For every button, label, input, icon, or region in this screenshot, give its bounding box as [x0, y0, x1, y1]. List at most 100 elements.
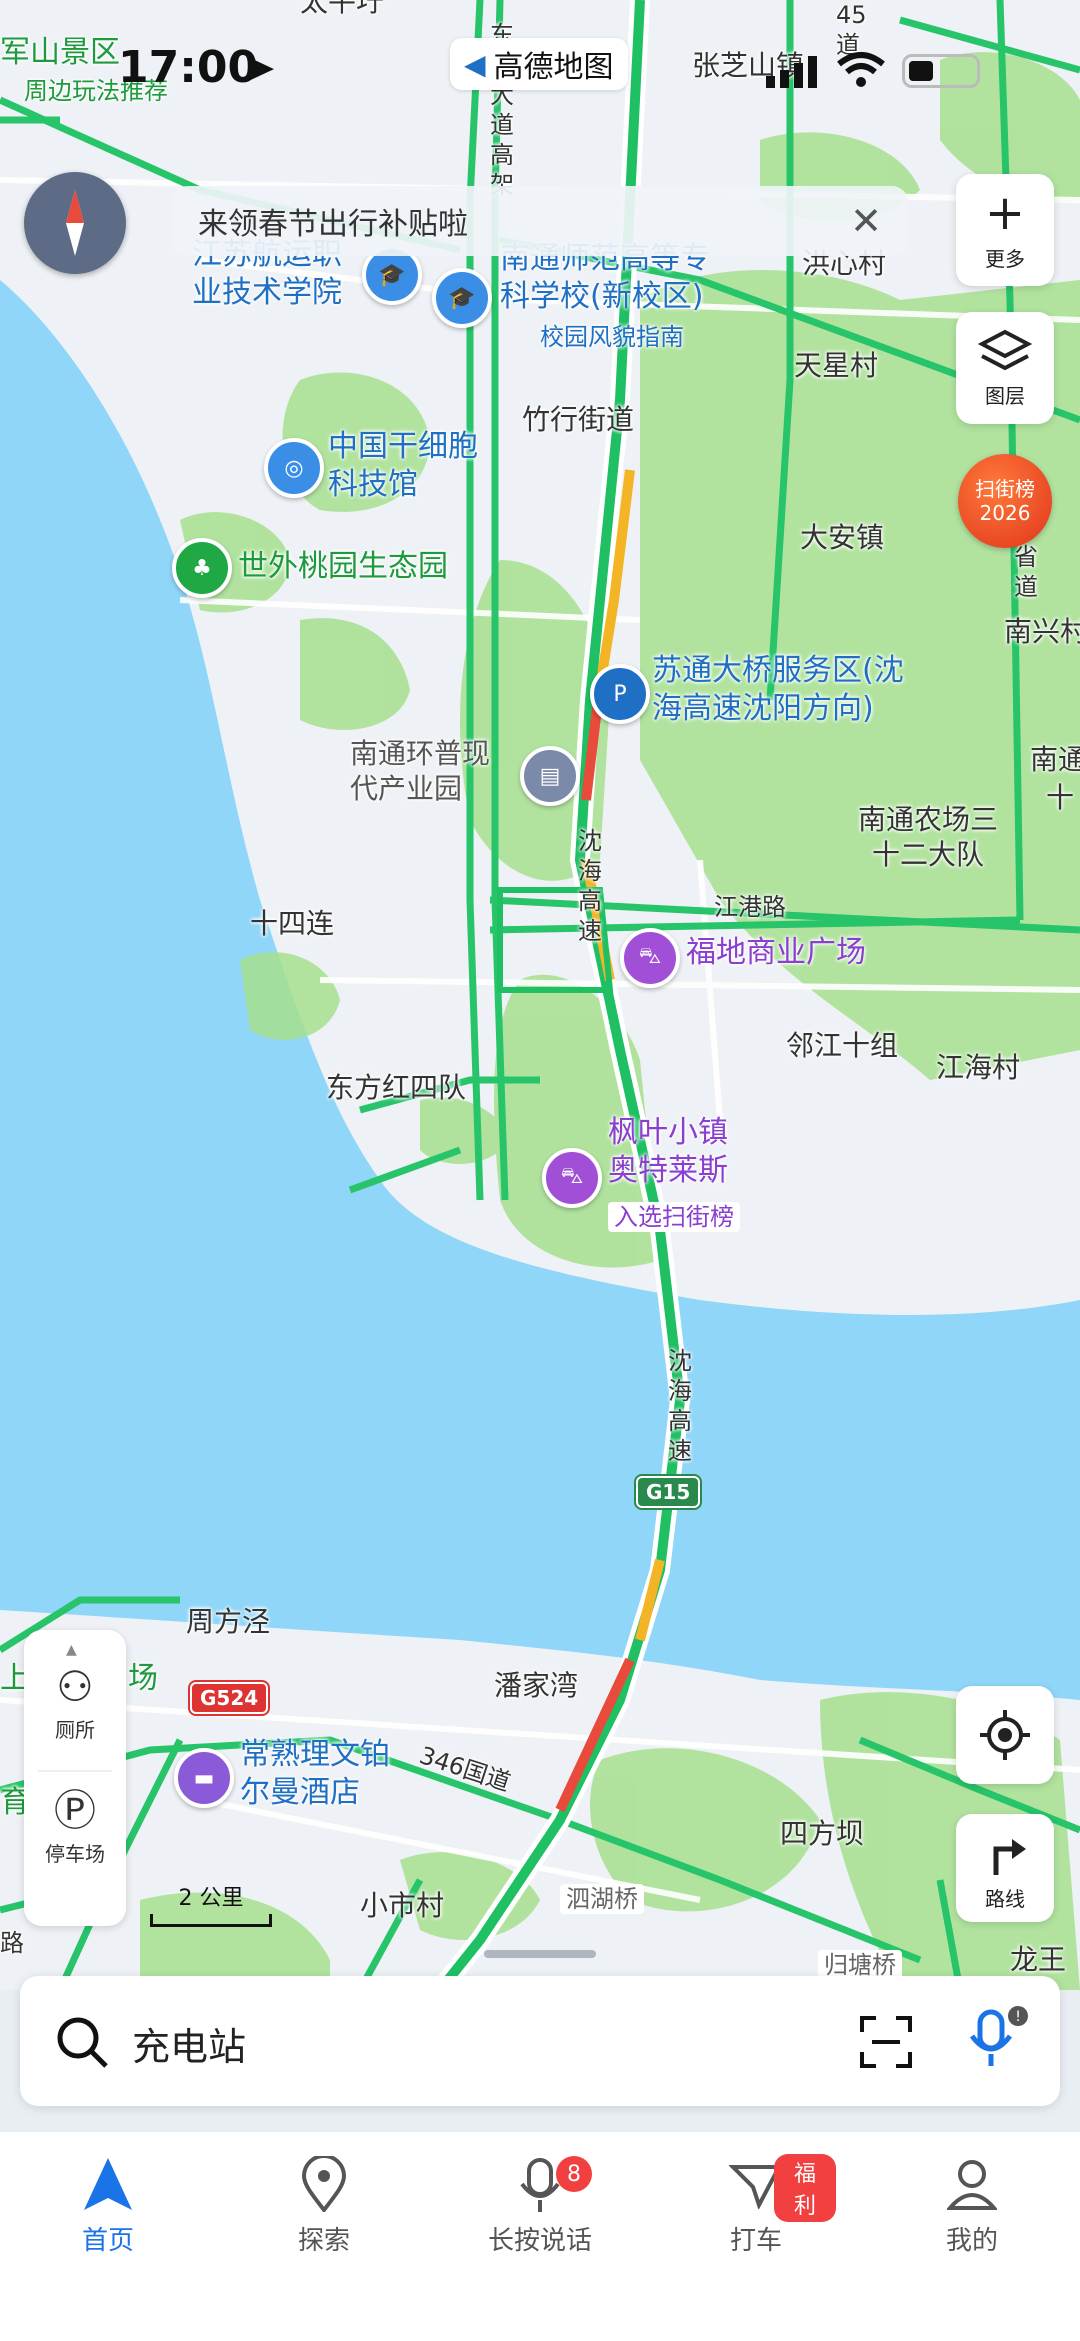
map-label: 大安镇: [800, 521, 885, 554]
expand-icon[interactable]: ▲: [66, 1642, 77, 1658]
outlet-icon[interactable]: ⛍: [542, 1148, 602, 1208]
more-button[interactable]: + 更多: [956, 174, 1054, 286]
location-arrow-icon: ➤: [244, 46, 276, 90]
map-label[interactable]: 福地商业广场: [686, 934, 866, 972]
map-label: 南通: [1030, 743, 1080, 776]
tab-bar: 首页 探索 长按说话 8 打车 福利 我的: [0, 2132, 1080, 2341]
locate-icon: [980, 1710, 1030, 1760]
tab-explore[interactable]: 探索: [244, 2152, 404, 2257]
tab-label: 探索: [297, 2226, 350, 2256]
rank-badge-line1: 扫街榜: [975, 477, 1035, 501]
plus-icon: +: [984, 184, 1026, 241]
street-rank-badge[interactable]: 扫街榜 2026: [958, 454, 1052, 548]
drag-handle[interactable]: [484, 1950, 596, 1958]
wifi-icon: [836, 52, 886, 92]
toilet-icon: ⚇: [56, 1662, 94, 1711]
route-turn-icon: [993, 1838, 1026, 1875]
road-label: 江港路: [714, 893, 786, 921]
map-label: 东方红四队: [326, 1071, 467, 1104]
rank-badge-line2: 2026: [979, 501, 1031, 525]
promo-banner[interactable]: 来领春节出行补贴啦 ✕: [172, 186, 908, 256]
parking-icon: Ⓟ: [53, 1786, 96, 1835]
map-label: 天星村: [794, 349, 879, 382]
service-area-icon[interactable]: P: [590, 664, 650, 724]
layers-icon: [978, 329, 1032, 370]
clock: 17:00: [118, 42, 259, 93]
map-canvas[interactable]: 🎓 🎓 ◎ ♣ P ▤ ⛍ ⛍ ▬ 军山景区 周边玩法推荐 太平圩 东方大道高架…: [0, 0, 1080, 1997]
search-icon: [57, 2017, 108, 2068]
signal-icon: [766, 56, 818, 88]
tab-home[interactable]: 首页: [28, 2152, 188, 2257]
tab-label: 首页: [81, 2226, 134, 2256]
amap-chip-label: 高德地图: [493, 50, 614, 85]
map-label[interactable]: 中国干细胞科技馆: [328, 428, 478, 503]
compass-icon: [66, 190, 84, 256]
route-label: 路线: [985, 1886, 1025, 1911]
svg-text:!: !: [1015, 2009, 1021, 2025]
map-label: 四方坝: [780, 1817, 865, 1850]
battery-icon: [902, 54, 980, 88]
tab-label: 我的: [945, 2226, 998, 2256]
hotel-icon[interactable]: ▬: [174, 1748, 234, 1808]
rank-tag[interactable]: 入选扫街榜: [608, 1202, 740, 1232]
amap-logo-icon: ◀: [464, 47, 486, 81]
industrial-park-icon[interactable]: ▤: [520, 746, 580, 806]
welfare-badge: 福利: [774, 2154, 836, 2222]
map-label: 十: [1046, 781, 1075, 814]
compass-button[interactable]: [24, 172, 126, 274]
map-label: 十四连: [250, 907, 335, 940]
facility-panel: ▲ ⚇ 厕所 Ⓟ 停车场: [24, 1630, 126, 1926]
school-icon[interactable]: 🎓: [432, 268, 492, 328]
route-button[interactable]: 路线: [956, 1814, 1054, 1922]
microphone-icon: [520, 2158, 560, 2212]
road-label: 沈海高速: [668, 1347, 692, 1465]
user-icon: [947, 2160, 997, 2210]
amap-chip[interactable]: ◀ 高德地图: [450, 38, 628, 90]
promo-banner-text: 来领春节出行补贴啦: [198, 207, 468, 242]
map-label: 周方泾: [186, 1605, 271, 1638]
layers-label: 图层: [985, 383, 1025, 408]
tab-voice[interactable]: 长按说话 8: [460, 2152, 620, 2257]
tab-me[interactable]: 我的: [892, 2152, 1052, 2257]
mall-icon[interactable]: ⛍: [620, 928, 680, 988]
map-label: 邻江十组: [786, 1029, 899, 1062]
toilet-button[interactable]: ⚇ 厕所: [24, 1666, 126, 1743]
map-label: 龙王: [1010, 1943, 1067, 1976]
map-label: 竹行街道: [522, 403, 635, 436]
map-label: 泗湖桥: [560, 1884, 644, 1914]
parking-button[interactable]: Ⓟ 停车场: [24, 1790, 126, 1867]
search-input[interactable]: 充电站: [132, 2016, 246, 2071]
map-label: 场: [128, 1661, 158, 1696]
divider: [38, 1770, 112, 1772]
map-label[interactable]: 常熟理文铂尔曼酒店: [240, 1736, 410, 1811]
map-label[interactable]: 校园风貌指南: [540, 322, 684, 352]
road-label: 省道: [1014, 543, 1038, 601]
scale-label: 2 公里: [178, 1886, 244, 1911]
scan-icon[interactable]: [860, 2016, 912, 2068]
tab-label: 长按说话: [487, 2226, 592, 2256]
map-label[interactable]: 苏通大桥服务区(沈海高速沈阳方向): [652, 652, 932, 727]
map-label: 南兴村: [1004, 615, 1080, 648]
map-label: 江海村: [936, 1051, 1021, 1084]
parking-label: 停车场: [45, 1842, 105, 1866]
museum-icon[interactable]: ◎: [264, 438, 324, 498]
locate-button[interactable]: [956, 1686, 1054, 1784]
toilet-label: 厕所: [55, 1718, 95, 1742]
more-label: 更多: [985, 246, 1025, 271]
close-icon[interactable]: ✕: [850, 199, 882, 243]
scale-bar: [150, 1914, 272, 1927]
map-label[interactable]: 南通环普现代产业园: [350, 736, 516, 806]
map-label: 潘家湾: [494, 1669, 579, 1702]
map-label[interactable]: 枫叶小镇奥特莱斯: [608, 1114, 748, 1189]
location-pin-icon: [301, 2156, 347, 2212]
road-label: 沈海高速: [578, 827, 602, 945]
voice-mic-icon[interactable]: !: [962, 2004, 1032, 2074]
status-bar: 17:00 ➤ ◀ 高德地图: [0, 0, 1080, 140]
search-bar[interactable]: 充电站 !: [20, 1976, 1060, 2106]
map-label: 小市村: [360, 1889, 445, 1922]
layers-button[interactable]: 图层: [956, 312, 1054, 424]
tab-taxi[interactable]: 打车 福利: [676, 2152, 836, 2257]
park-icon[interactable]: ♣: [172, 538, 232, 598]
map-scale: 2 公里: [150, 1880, 272, 1927]
map-label[interactable]: 世外桃园生态园: [238, 548, 448, 586]
